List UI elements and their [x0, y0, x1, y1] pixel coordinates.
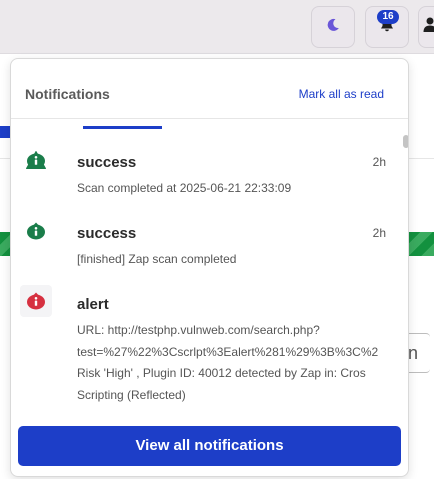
notification-message: URL: http://testphp.vulnweb.com/search.p… [77, 320, 399, 406]
user-menu-button[interactable] [418, 6, 434, 48]
user-icon [423, 16, 434, 39]
message-line: test=%27%22%3Cscrlpt%3Ealert%281%29%3B%3… [77, 344, 379, 359]
theme-toggle-button[interactable] [311, 6, 355, 48]
message-line: Risk 'High' , Plugin ID: 40012 detected … [77, 366, 366, 380]
info-icon [26, 151, 46, 169]
notification-title: success [77, 154, 137, 171]
notification-count-badge: 16 [377, 10, 399, 24]
notification-message: [finished] Zap scan completed [77, 252, 237, 266]
notifications-panel: Notifications Mark all as read success 2… [10, 58, 409, 477]
notification-time: 2h [372, 226, 386, 240]
moon-icon [325, 17, 341, 38]
notification-title: alert [77, 296, 109, 313]
view-all-notifications-button[interactable]: View all notifications [18, 426, 401, 466]
panel-header: Notifications Mark all as read [11, 59, 408, 119]
tab-active-indicator [83, 126, 162, 129]
background-input-text: n [408, 343, 419, 363]
info-icon [20, 285, 52, 317]
top-bar: 16 [0, 0, 434, 54]
notification-list[interactable]: success 2h Scan completed at 2025-06-21 … [11, 133, 401, 419]
notification-item-success[interactable]: success 2h [finished] Zap scan completed [11, 204, 401, 275]
notification-item-success[interactable]: success 2h Scan completed at 2025-06-21 … [11, 133, 401, 204]
scrollbar-thumb[interactable] [403, 135, 408, 148]
notification-title: success [77, 225, 137, 242]
panel-title: Notifications [25, 86, 110, 102]
notifications-button[interactable]: 16 [365, 6, 409, 48]
notification-time: 2h [372, 155, 386, 169]
notification-item-alert[interactable]: alert URL: http://testphp.vulnweb.com/se… [11, 275, 401, 419]
notification-message: Scan completed at 2025-06-21 22:33:09 [77, 181, 292, 195]
mark-all-read-link[interactable]: Mark all as read [299, 87, 384, 101]
message-line: URL: http://testphp.vulnweb.com/search.p… [77, 323, 320, 337]
info-icon [26, 222, 46, 240]
list-scrollbar[interactable] [402, 133, 408, 419]
message-line: Scripting (Reflected) [77, 387, 186, 402]
